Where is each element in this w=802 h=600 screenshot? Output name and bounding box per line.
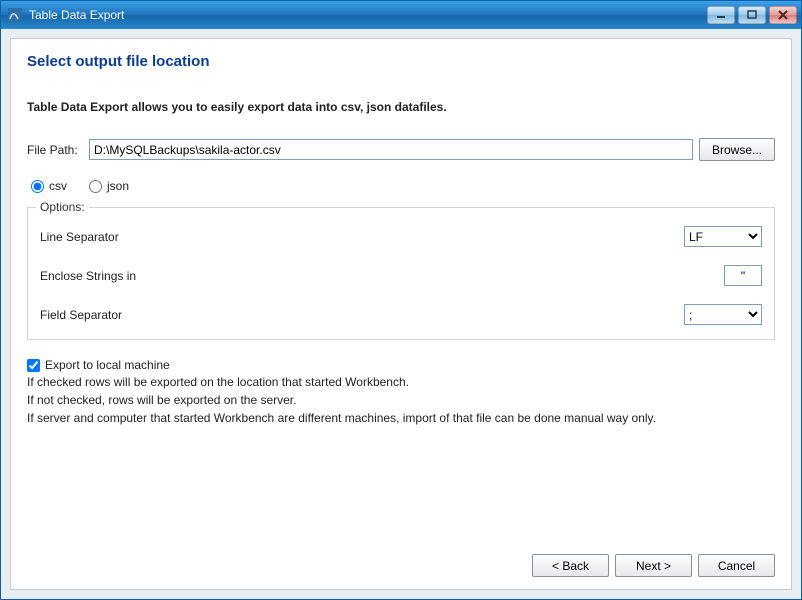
content-area: Select output file location Table Data E… xyxy=(10,38,792,590)
outer-pad: Select output file location Table Data E… xyxy=(1,29,801,599)
page-title: Select output file location xyxy=(27,53,775,70)
export-local-input[interactable] xyxy=(27,359,40,372)
window-frame: Table Data Export Select output file loc… xyxy=(0,0,802,600)
line-separator-label: Line Separator xyxy=(40,230,240,244)
format-json-radio[interactable]: json xyxy=(89,179,129,193)
close-button[interactable] xyxy=(769,6,797,24)
format-csv-radio[interactable]: csv xyxy=(31,179,67,193)
line-separator-row: Line Separator LF xyxy=(40,226,762,247)
options-group: Options: Line Separator LF Enclose Strin… xyxy=(27,207,775,340)
format-json-input[interactable] xyxy=(89,180,102,193)
filepath-input[interactable] xyxy=(89,139,693,160)
window-title: Table Data Export xyxy=(29,8,707,22)
export-local-note2: If not checked, rows will be exported on… xyxy=(27,392,775,408)
export-local-label: Export to local machine xyxy=(45,358,170,372)
field-separator-select[interactable]: ; xyxy=(684,304,762,325)
browse-button[interactable]: Browse... xyxy=(699,138,775,161)
format-csv-label: csv xyxy=(49,179,67,193)
filepath-label: File Path: xyxy=(27,143,83,157)
format-csv-input[interactable] xyxy=(31,180,44,193)
footer-buttons: < Back Next > Cancel xyxy=(532,554,775,577)
app-icon xyxy=(7,7,23,23)
titlebar[interactable]: Table Data Export xyxy=(1,1,801,29)
options-legend: Options: xyxy=(36,200,89,214)
intro-text: Table Data Export allows you to easily e… xyxy=(27,100,775,114)
field-separator-row: Field Separator ; xyxy=(40,304,762,325)
window-buttons xyxy=(707,6,797,24)
export-local-note1: If checked rows will be exported on the … xyxy=(27,374,775,390)
enclose-input[interactable] xyxy=(724,265,762,286)
field-separator-label: Field Separator xyxy=(40,308,240,322)
enclose-label: Enclose Strings in xyxy=(40,269,240,283)
export-local-checkbox[interactable]: Export to local machine xyxy=(27,358,775,372)
format-radios: csv json xyxy=(31,179,775,193)
format-json-label: json xyxy=(107,179,129,193)
enclose-row: Enclose Strings in xyxy=(40,265,762,286)
filepath-row: File Path: Browse... xyxy=(27,138,775,161)
line-separator-select[interactable]: LF xyxy=(684,226,762,247)
cancel-button[interactable]: Cancel xyxy=(698,554,775,577)
export-local-note3: If server and computer that started Work… xyxy=(27,410,775,426)
next-button[interactable]: Next > xyxy=(615,554,692,577)
back-button[interactable]: < Back xyxy=(532,554,609,577)
maximize-button[interactable] xyxy=(738,6,766,24)
minimize-button[interactable] xyxy=(707,6,735,24)
